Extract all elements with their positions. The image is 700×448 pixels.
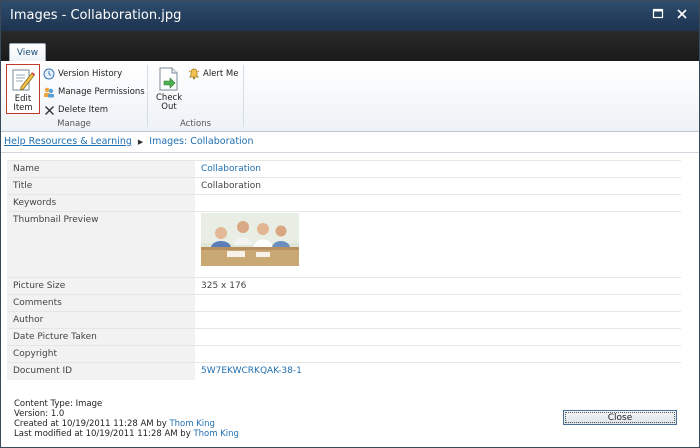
- version-history-icon: [43, 68, 55, 80]
- created-prefix: Created at 10/19/2011 11:28 AM by: [14, 419, 170, 429]
- table-row: Comments: [7, 294, 681, 312]
- check-out-label: Check Out: [156, 93, 183, 112]
- property-value: Collaboration: [195, 177, 681, 195]
- edit-item-label: Edit Item: [13, 94, 33, 113]
- alert-me-icon: [188, 68, 200, 80]
- property-value: 5W7EKWCRKQAK-38-1: [195, 362, 681, 380]
- property-value: [195, 194, 681, 212]
- created-by-link[interactable]: Thom King: [169, 419, 214, 429]
- properties-table: Name Collaboration Title Collaboration K…: [7, 160, 681, 380]
- window-title: Images - Collaboration.jpg: [10, 8, 182, 23]
- property-key: Comments: [7, 294, 195, 312]
- property-key: Title: [7, 177, 195, 195]
- actions-group-label: Actions: [179, 119, 212, 129]
- modified-by-link[interactable]: Thom King: [193, 429, 238, 439]
- table-row: Author: [7, 311, 681, 329]
- manage-permissions-button[interactable]: Manage Permissions: [43, 84, 145, 100]
- tab-strip: View: [1, 31, 699, 62]
- delete-icon: [43, 104, 55, 116]
- title-bar-controls: [651, 7, 689, 21]
- content-type-text: Content Type: Image: [14, 399, 103, 409]
- thumbnail-preview-image[interactable]: [201, 213, 299, 266]
- property-key: Keywords: [7, 194, 195, 212]
- actions-group: Check Out Alert Me Actions: [148, 61, 243, 131]
- edit-item-button[interactable]: Edit Item: [6, 64, 40, 114]
- property-key: Picture Size: [7, 277, 195, 295]
- manage-group-label: Manage: [57, 119, 91, 129]
- table-row: Date Picture Taken: [7, 328, 681, 346]
- breadcrumb-root-link[interactable]: Help Resources & Learning: [4, 136, 132, 147]
- maximize-icon[interactable]: [651, 7, 665, 21]
- property-key: Name: [7, 160, 195, 178]
- table-row: Thumbnail Preview: [7, 211, 681, 278]
- property-key: Author: [7, 311, 195, 329]
- manage-permissions-label: Manage Permissions: [58, 87, 145, 97]
- property-key: Thumbnail Preview: [7, 211, 195, 278]
- breadcrumb-arrow-icon: ▶: [137, 137, 144, 146]
- dialog-window: Images - Collaboration.jpg View Edit Ite…: [0, 0, 700, 448]
- table-row: Copyright: [7, 345, 681, 363]
- property-key: Copyright: [7, 345, 195, 363]
- name-link[interactable]: Collaboration: [201, 164, 261, 174]
- property-key: Document ID: [7, 362, 195, 380]
- check-out-button[interactable]: Check Out: [152, 64, 186, 114]
- breadcrumb: Help Resources & Learning ▶ Images: Coll…: [4, 136, 254, 147]
- item-metadata: Content Type: Image Version: 1.0 Created…: [14, 399, 239, 439]
- table-row: Keywords: [7, 194, 681, 212]
- property-value: [195, 345, 681, 363]
- title-bar: Images - Collaboration.jpg: [1, 1, 699, 31]
- divider: [1, 152, 699, 153]
- breadcrumb-current: Images: Collaboration: [149, 136, 254, 147]
- version-text: Version: 1.0: [14, 409, 65, 419]
- table-row: Title Collaboration: [7, 177, 681, 195]
- ribbon: Edit Item Version History Manage Permiss…: [1, 61, 699, 132]
- alert-me-label: Alert Me: [203, 69, 239, 79]
- close-icon[interactable]: [675, 7, 689, 21]
- delete-item-label: Delete Item: [58, 105, 108, 115]
- tab-view[interactable]: View: [9, 43, 46, 62]
- created-text: Created at 10/19/2011 11:28 AM by Thom K…: [14, 419, 239, 429]
- table-row: Document ID 5W7EKWCRKQAK-38-1: [7, 362, 681, 380]
- close-button[interactable]: Close: [563, 410, 677, 425]
- manage-group: Edit Item Version History Manage Permiss…: [1, 61, 147, 131]
- version-history-label: Version History: [58, 69, 123, 79]
- modified-prefix: Last modified at 10/19/2011 11:28 AM by: [14, 429, 194, 439]
- property-value: [195, 328, 681, 346]
- table-row: Picture Size 325 x 176: [7, 277, 681, 295]
- property-key: Date Picture Taken: [7, 328, 195, 346]
- document-id-link[interactable]: 5W7EKWCRKQAK-38-1: [201, 366, 302, 376]
- edit-item-icon: [12, 69, 36, 91]
- property-value: 325 x 176: [195, 277, 681, 295]
- property-value: [195, 294, 681, 312]
- tab-view-label: View: [16, 48, 39, 58]
- ribbon-separator: [243, 65, 244, 127]
- table-row: Name Collaboration: [7, 160, 681, 178]
- modified-text: Last modified at 10/19/2011 11:28 AM by …: [14, 429, 239, 439]
- property-value: Collaboration: [195, 160, 681, 178]
- alert-me-button[interactable]: Alert Me: [188, 66, 239, 82]
- property-value: [195, 211, 681, 278]
- check-out-icon: [159, 67, 178, 91]
- property-value: [195, 311, 681, 329]
- version-history-button[interactable]: Version History: [43, 66, 122, 82]
- manage-permissions-icon: [43, 86, 55, 98]
- delete-item-button[interactable]: Delete Item: [43, 102, 108, 118]
